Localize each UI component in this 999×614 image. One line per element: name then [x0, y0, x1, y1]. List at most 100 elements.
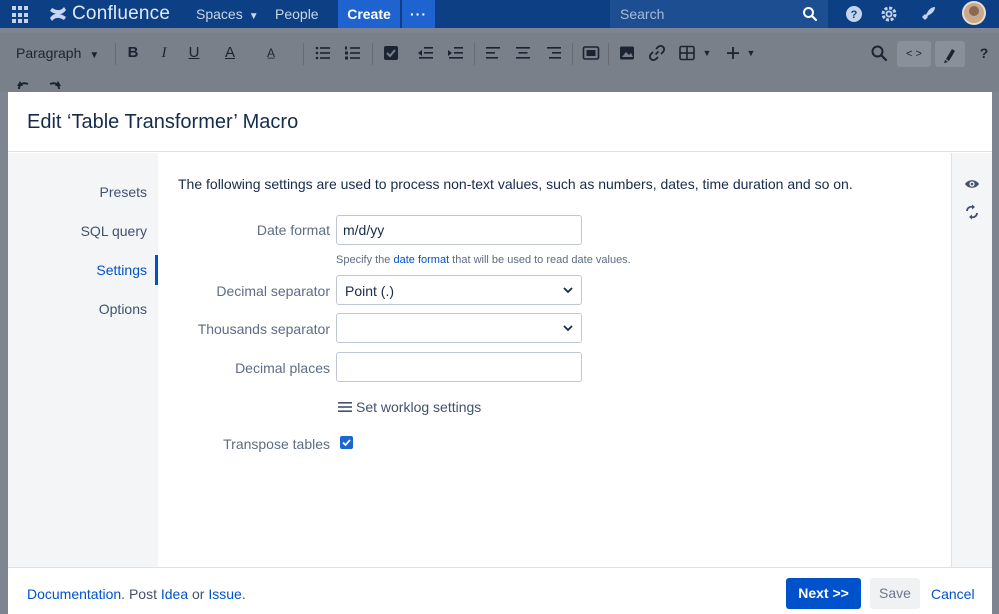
settings-icon[interactable] — [880, 5, 898, 23]
decimal-places-input[interactable] — [336, 352, 582, 382]
issue-link[interactable]: Issue — [208, 586, 241, 602]
next-button[interactable]: Next >> — [786, 578, 861, 609]
help-icon[interactable]: ? — [975, 44, 993, 62]
worklog-settings-link[interactable]: Set worklog settings — [338, 399, 481, 415]
date-format-input[interactable] — [336, 215, 582, 245]
avatar[interactable] — [962, 1, 986, 25]
dialog-footer: Documentation. Post Idea or Issue. Next … — [8, 567, 992, 614]
source-editor-button[interactable]: < > — [897, 41, 931, 67]
help-prefix: Specify the — [336, 254, 394, 266]
menu-icon — [338, 402, 352, 412]
sidebar-item-settings[interactable]: Settings — [96, 262, 147, 278]
link-icon[interactable] — [648, 44, 666, 62]
align-left-icon[interactable] — [484, 44, 502, 62]
more-create-button[interactable]: ··· — [402, 0, 435, 28]
app-switcher-icon[interactable] — [12, 6, 30, 24]
undo-icon[interactable] — [16, 79, 32, 91]
save-button[interactable]: Save — [870, 578, 920, 609]
svg-text:?: ? — [851, 9, 858, 21]
search-placeholder: Search — [620, 6, 665, 22]
date-format-label: Date format — [256, 222, 330, 238]
macro-dialog: Edit ‘Table Transformer’ Macro Presets S… — [8, 92, 992, 614]
settings-description: The following settings are used to proce… — [178, 176, 853, 192]
dialog-right-rail — [951, 153, 992, 567]
chevron-down-icon[interactable]: ▼ — [698, 44, 716, 62]
spaces-menu[interactable]: Spaces ▼ — [196, 0, 259, 28]
svg-text:A̲: A̲ — [267, 46, 275, 60]
sidebar-item-sql-query[interactable]: SQL query — [81, 223, 147, 239]
underline-button[interactable]: U — [185, 44, 203, 62]
toolbar-divider — [572, 43, 573, 65]
confluence-logo-icon — [50, 7, 66, 21]
brand-name: Confluence — [72, 3, 171, 24]
decimal-places-label: Decimal places — [235, 360, 330, 376]
decimal-separator-value: Point (.) — [345, 283, 395, 299]
brush-icon — [944, 49, 955, 63]
redo-icon[interactable] — [46, 79, 62, 91]
text-color-button[interactable]: A — [221, 44, 239, 62]
editor-toolbar: Paragraph ▼ B I U A A̲ ▼ ▼ < > ? — [0, 33, 999, 73]
create-button[interactable]: Create — [338, 0, 400, 28]
footer-post: Post — [128, 586, 161, 602]
thousands-separator-select[interactable] — [336, 313, 582, 343]
dialog-header: Edit ‘Table Transformer’ Macro — [8, 92, 992, 152]
outdent-icon[interactable] — [417, 44, 435, 62]
help-icon[interactable]: ? — [845, 5, 863, 23]
people-link[interactable]: People — [275, 0, 319, 28]
plus-icon[interactable] — [724, 44, 742, 62]
settings-panel: The following settings are used to proce… — [158, 153, 951, 567]
chevron-down-icon: ▼ — [248, 11, 259, 22]
top-navigation: Confluence Spaces ▼ People Create ··· Sea… — [0, 0, 999, 28]
align-center-icon[interactable] — [514, 44, 532, 62]
bold-button[interactable]: B — [124, 44, 142, 62]
eye-icon[interactable] — [964, 176, 980, 192]
idea-link[interactable]: Idea — [161, 586, 188, 602]
toolbar-divider — [372, 43, 373, 65]
decimal-separator-label: Decimal separator — [216, 283, 330, 299]
image-icon[interactable] — [618, 44, 636, 62]
paragraph-style-dropdown[interactable]: Paragraph ▼ — [16, 43, 99, 65]
svg-text:?: ? — [980, 45, 989, 61]
toolbar-divider — [474, 43, 475, 65]
checkmark-icon — [342, 439, 351, 447]
refresh-icon[interactable] — [964, 204, 980, 220]
indent-icon[interactable] — [447, 44, 465, 62]
bullet-list-icon[interactable] — [314, 44, 332, 62]
transpose-tables-checkbox[interactable] — [340, 436, 353, 449]
chevron-down-icon: ▼ — [89, 50, 100, 61]
numbered-list-icon[interactable] — [344, 44, 362, 62]
align-right-icon[interactable] — [545, 44, 563, 62]
date-format-link[interactable]: date format — [393, 254, 449, 266]
italic-button[interactable]: I — [155, 44, 173, 62]
dialog-sidebar: Presets SQL query Settings Options — [8, 153, 158, 567]
sidebar-item-presets[interactable]: Presets — [100, 184, 147, 200]
sidebar-item-options[interactable]: Options — [99, 301, 147, 317]
cancel-button[interactable]: Cancel — [931, 586, 975, 602]
decimal-separator-select[interactable]: Point (.) — [336, 275, 582, 305]
confluence-logo[interactable]: Confluence — [48, 2, 170, 26]
find-icon[interactable] — [870, 44, 888, 62]
table-icon[interactable] — [678, 44, 696, 62]
chevron-down-icon[interactable]: ▼ — [742, 44, 760, 62]
documentation-link[interactable]: Documentation — [27, 586, 121, 602]
chevron-down-icon — [563, 287, 573, 294]
thousands-separator-label: Thousands separator — [197, 321, 330, 337]
text-style-icon[interactable]: A̲ — [262, 44, 280, 62]
task-list-icon[interactable] — [382, 44, 400, 62]
footer-end: . — [241, 586, 246, 602]
toolbar-divider — [608, 43, 609, 65]
footer-links: Documentation. Post Idea or Issue. — [27, 586, 246, 602]
search-input[interactable]: Search — [610, 0, 828, 28]
footer-or: or — [188, 586, 209, 602]
search-icon[interactable] — [802, 6, 818, 22]
layout-icon[interactable] — [582, 44, 600, 62]
undo-row — [0, 73, 999, 92]
date-format-help: Specify the date format that will be use… — [336, 254, 631, 266]
macro-style-button[interactable] — [935, 41, 965, 67]
paragraph-style-label: Paragraph — [16, 45, 82, 61]
worklog-settings-label: Set worklog settings — [356, 399, 482, 415]
notifications-icon[interactable] — [919, 5, 937, 23]
help-suffix: that will be used to read date values. — [449, 254, 631, 266]
chevron-down-icon — [563, 325, 573, 332]
dialog-title: Edit ‘Table Transformer’ Macro — [27, 111, 299, 133]
